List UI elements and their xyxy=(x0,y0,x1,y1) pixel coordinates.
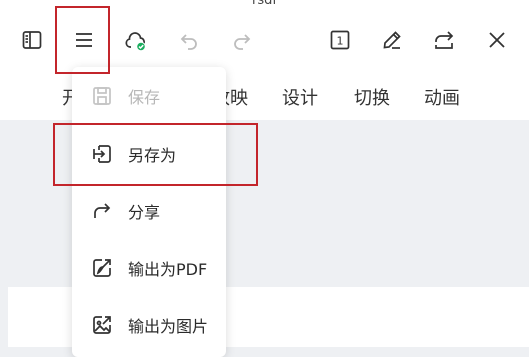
page-number-icon[interactable]: 1 xyxy=(324,24,356,56)
page-number-text: 1 xyxy=(337,35,344,48)
top-toolbar: rsdf 1 xyxy=(0,0,529,76)
redo-icon[interactable] xyxy=(226,24,258,56)
share-icon[interactable] xyxy=(428,24,460,56)
menu-item-share[interactable]: 分享 xyxy=(72,183,226,239)
menu-icon[interactable] xyxy=(68,24,100,56)
menu-item-label: 输出为图片 xyxy=(128,317,209,336)
menu-item-label: 另存为 xyxy=(128,146,177,165)
tab-animation[interactable]: 动画 xyxy=(424,84,460,110)
cloud-sync-icon[interactable] xyxy=(120,25,152,57)
document-title: rsdf xyxy=(252,0,277,8)
menu-item-save-as[interactable]: 另存为 xyxy=(72,126,226,182)
menu-item-label: 输出为PDF xyxy=(128,260,208,279)
export-image-icon xyxy=(93,316,111,334)
share-icon xyxy=(94,203,111,218)
tab-transition[interactable]: 切换 xyxy=(354,84,390,110)
tab-design[interactable]: 设计 xyxy=(282,84,318,110)
menu-item-save[interactable]: 保存 xyxy=(72,68,226,124)
menu-item-label: 分享 xyxy=(128,203,161,222)
undo-icon[interactable] xyxy=(173,24,205,56)
save-as-icon xyxy=(93,145,111,163)
close-icon[interactable] xyxy=(481,24,513,56)
export-pdf-icon xyxy=(93,259,111,277)
file-menu: 保存 另存为 分享 输出为PDF 输出为图片 xyxy=(72,67,226,357)
sidebar-panel-icon[interactable] xyxy=(16,24,48,56)
menu-item-export-pdf[interactable]: 输出为PDF xyxy=(72,240,226,296)
pen-edit-icon[interactable] xyxy=(376,24,408,56)
menu-item-label: 保存 xyxy=(128,88,161,107)
save-icon xyxy=(93,87,111,105)
